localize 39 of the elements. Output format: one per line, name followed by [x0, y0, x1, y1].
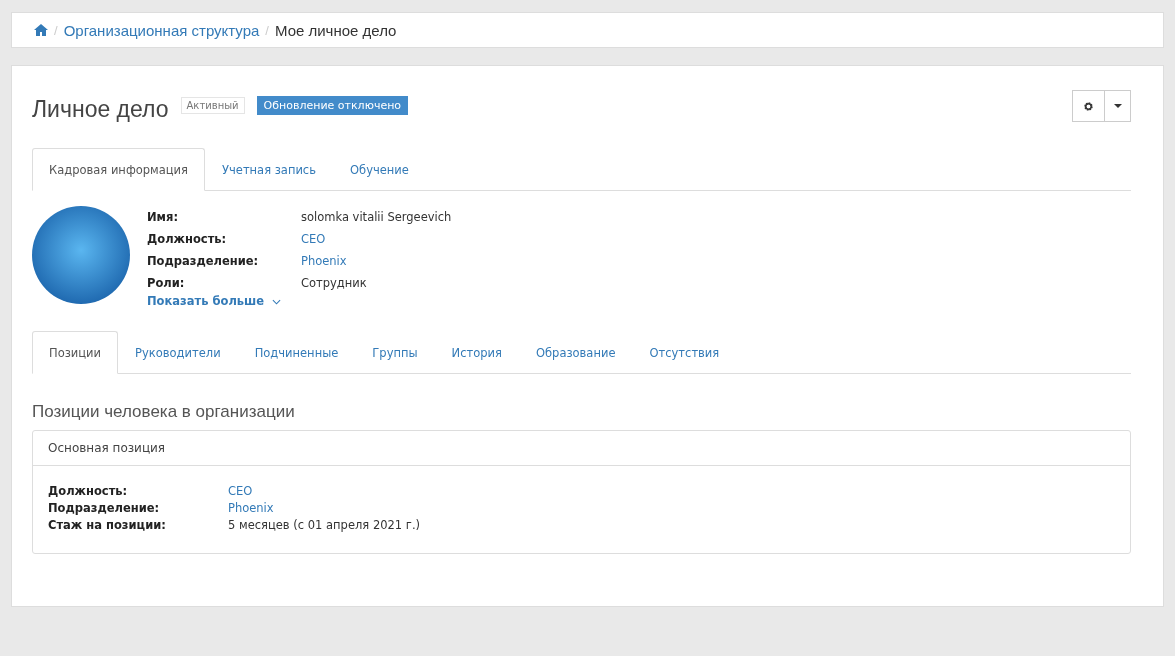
- update-badge: Обновление отключено: [256, 95, 409, 115]
- breadcrumb-separator: /: [265, 22, 269, 38]
- tab[interactable]: Образование: [518, 331, 633, 374]
- breadcrumb-separator: /: [54, 22, 58, 38]
- field-label: Роли:: [147, 276, 186, 290]
- settings-icon: [1083, 100, 1094, 112]
- field-link[interactable]: CEO: [301, 232, 326, 246]
- section-title: Позиции человека в организации: [32, 402, 296, 422]
- field-value: Сотрудник: [301, 276, 367, 290]
- tab[interactable]: Группы: [355, 331, 435, 374]
- tab[interactable]: Позиции: [32, 331, 119, 374]
- tab[interactable]: Руководители: [118, 331, 238, 374]
- field-label: Подразделение:: [48, 500, 161, 515]
- tab[interactable]: Подчиненные: [237, 331, 356, 374]
- tab[interactable]: Обучение: [333, 148, 426, 191]
- field-label: Должность:: [48, 483, 129, 498]
- breadcrumb-link[interactable]: Организационная структура: [63, 21, 260, 39]
- home-icon[interactable]: [34, 24, 48, 36]
- show-more-link[interactable]: Показать больше: [147, 294, 265, 308]
- settings-button[interactable]: [1072, 90, 1105, 122]
- panel-title: Основная позиция: [33, 431, 1130, 466]
- breadcrumb-current: Мое личное дело: [274, 21, 397, 39]
- field-link[interactable]: Phoenix: [301, 254, 347, 268]
- field-label: Должность:: [147, 232, 228, 246]
- caret-icon: [1113, 104, 1122, 108]
- status-badge: Активный: [180, 96, 245, 114]
- field-label: Имя:: [147, 210, 179, 224]
- field-value: solomka vitalii Sergeevich: [301, 210, 452, 224]
- field-label: Стаж на позиции:: [48, 517, 167, 532]
- chevron-down-icon[interactable]: [272, 299, 282, 305]
- tab[interactable]: Отсутствия: [632, 331, 737, 374]
- tab[interactable]: Кадровая информация: [32, 148, 205, 191]
- field-value: 5 месяцев (с 01 апреля 2021 г.): [228, 517, 421, 532]
- field-link[interactable]: Phoenix: [228, 500, 274, 515]
- field-link[interactable]: CEO: [228, 483, 253, 498]
- page-title: Личное дело: [32, 95, 169, 123]
- tab[interactable]: История: [434, 331, 519, 374]
- field-label: Подразделение:: [147, 254, 260, 268]
- tab[interactable]: Учетная запись: [205, 148, 333, 191]
